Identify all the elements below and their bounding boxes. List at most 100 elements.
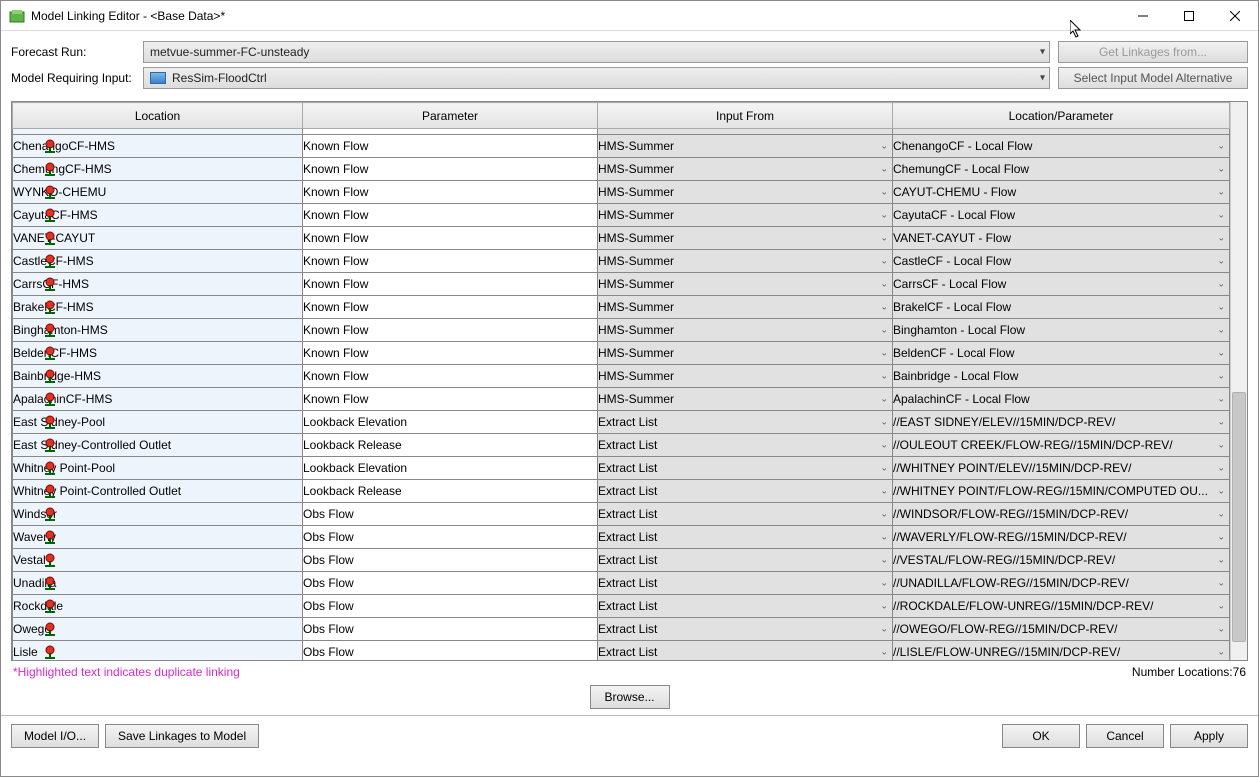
location-pin-icon <box>43 438 57 452</box>
location-pin-icon <box>43 185 57 199</box>
vertical-scrollbar[interactable] <box>1230 102 1247 660</box>
table-row[interactable]: BrakelCF-HMSKnown FlowHMS-Summer⌄BrakelC… <box>13 296 1230 319</box>
location-parameter-select[interactable]: //OWEGO/FLOW-REG//15MIN/DCP-REV/⌄ <box>893 618 1230 641</box>
input-from-select[interactable]: HMS-Summer⌄ <box>598 365 893 388</box>
location-parameter-select[interactable]: //WAVERLY/FLOW-REG//15MIN/DCP-REV/⌄ <box>893 526 1230 549</box>
model-io-button[interactable]: Model I/O... <box>11 724 99 748</box>
input-from-select[interactable]: Extract List⌄ <box>598 480 893 503</box>
input-from-select[interactable]: Extract List⌄ <box>598 618 893 641</box>
forecast-run-select[interactable]: metvue-summer-FC-unsteady ▾ <box>143 41 1050 63</box>
table-row[interactable]: CastleCF-HMSKnown FlowHMS-Summer⌄CastleC… <box>13 250 1230 273</box>
location-parameter-select[interactable]: CarrsCF - Local Flow⌄ <box>893 273 1230 296</box>
table-row[interactable]: VestalObs FlowExtract List⌄//VESTAL/FLOW… <box>13 549 1230 572</box>
location-pin-icon <box>43 369 57 383</box>
input-from-select[interactable]: HMS-Summer⌄ <box>598 158 893 181</box>
input-from-select[interactable]: Extract List⌄ <box>598 641 893 661</box>
location-parameter-select[interactable]: //WHITNEY POINT/ELEV//15MIN/DCP-REV/⌄ <box>893 457 1230 480</box>
table-row[interactable]: UnadillaObs FlowExtract List⌄//UNADILLA/… <box>13 572 1230 595</box>
input-from-select[interactable]: HMS-Summer⌄ <box>598 296 893 319</box>
location-parameter-select[interactable]: //EAST SIDNEY/ELEV//15MIN/DCP-REV/⌄ <box>893 411 1230 434</box>
location-parameter-select[interactable]: Binghamton - Local Flow⌄ <box>893 319 1230 342</box>
location-parameter-select[interactable]: //WHITNEY POINT/FLOW-REG//15MIN/COMPUTED… <box>893 480 1230 503</box>
close-button[interactable] <box>1212 1 1258 31</box>
col-input-from[interactable]: Input From <box>598 103 893 129</box>
location-parameter-select[interactable]: Bainbridge - Local Flow⌄ <box>893 365 1230 388</box>
table-row[interactable]: Whitney Point-PoolLookback ElevationExtr… <box>13 457 1230 480</box>
location-parameter-select[interactable]: //LISLE/FLOW-UNREG//15MIN/DCP-REV/⌄ <box>893 641 1230 661</box>
location-cell: Waverly <box>13 526 303 549</box>
input-from-select[interactable]: HMS-Summer⌄ <box>598 250 893 273</box>
location-parameter-select[interactable]: //VESTAL/FLOW-REG//15MIN/DCP-REV/⌄ <box>893 549 1230 572</box>
input-from-select[interactable]: HMS-Summer⌄ <box>598 319 893 342</box>
input-from-select[interactable]: HMS-Summer⌄ <box>598 204 893 227</box>
browse-button[interactable]: Browse... <box>590 685 670 709</box>
input-from-select[interactable]: Extract List⌄ <box>598 526 893 549</box>
input-from-select[interactable]: Extract List⌄ <box>598 572 893 595</box>
location-parameter-select[interactable]: //OULEOUT CREEK/FLOW-REG//15MIN/DCP-REV/… <box>893 434 1230 457</box>
maximize-button[interactable] <box>1166 1 1212 31</box>
col-parameter[interactable]: Parameter <box>303 103 598 129</box>
table-row[interactable]: ChenangoCF-HMSKnown FlowHMS-Summer⌄Chena… <box>13 135 1230 158</box>
table-row[interactable]: ApalachinCF-HMSKnown FlowHMS-Summer⌄Apal… <box>13 388 1230 411</box>
table-row[interactable]: WaverlyObs FlowExtract List⌄//WAVERLY/FL… <box>13 526 1230 549</box>
location-parameter-select[interactable]: ApalachinCF - Local Flow⌄ <box>893 388 1230 411</box>
location-parameter-select[interactable]: //ROCKDALE/FLOW-UNREG//15MIN/DCP-REV/⌄ <box>893 595 1230 618</box>
scroll-thumb[interactable] <box>1232 392 1246 642</box>
table-row[interactable]: East Sidney-Controlled OutletLookback Re… <box>13 434 1230 457</box>
input-from-select[interactable]: Extract List⌄ <box>598 434 893 457</box>
table-row[interactable]: ChemungCF-HMSKnown FlowHMS-Summer⌄Chemun… <box>13 158 1230 181</box>
chevron-down-icon: ⌄ <box>1217 302 1225 313</box>
input-from-select[interactable]: HMS-Summer⌄ <box>598 227 893 250</box>
minimize-button[interactable] <box>1120 1 1166 31</box>
location-parameter-select[interactable]: BeldenCF - Local Flow⌄ <box>893 342 1230 365</box>
table-row[interactable]: Bainbridge-HMSKnown FlowHMS-Summer⌄Bainb… <box>13 365 1230 388</box>
table-row[interactable]: CayutaCF-HMSKnown FlowHMS-Summer⌄CayutaC… <box>13 204 1230 227</box>
chevron-down-icon: ⌄ <box>1217 233 1225 244</box>
parameter-cell: Known Flow <box>303 135 598 158</box>
location-parameter-select[interactable]: CayutaCF - Local Flow⌄ <box>893 204 1230 227</box>
location-parameter-select[interactable]: CastleCF - Local Flow⌄ <box>893 250 1230 273</box>
apply-button[interactable]: Apply <box>1170 724 1248 748</box>
table-row[interactable]: WindsorObs FlowExtract List⌄//WINDSOR/FL… <box>13 503 1230 526</box>
table-row[interactable]: Whitney Point-Controlled OutletLookback … <box>13 480 1230 503</box>
ok-button[interactable]: OK <box>1002 724 1080 748</box>
get-linkages-button[interactable]: Get Linkages from... <box>1058 41 1248 63</box>
location-parameter-select[interactable]: ChemungCF - Local Flow⌄ <box>893 158 1230 181</box>
location-parameter-select[interactable]: BrakelCF - Local Flow⌄ <box>893 296 1230 319</box>
input-from-select[interactable]: Extract List⌄ <box>598 457 893 480</box>
table-row[interactable]: WYNKO-CHEMUKnown FlowHMS-Summer⌄CAYUT-CH… <box>13 181 1230 204</box>
table-row[interactable]: VANET-CAYUTKnown FlowHMS-Summer⌄VANET-CA… <box>13 227 1230 250</box>
table-row[interactable]: East Sidney-PoolLookback ElevationExtrac… <box>13 411 1230 434</box>
input-from-select[interactable]: HMS-Summer⌄ <box>598 135 893 158</box>
input-from-select[interactable]: HMS-Summer⌄ <box>598 388 893 411</box>
location-parameter-select[interactable]: //WINDSOR/FLOW-REG//15MIN/DCP-REV/⌄ <box>893 503 1230 526</box>
cancel-button[interactable]: Cancel <box>1086 724 1164 748</box>
location-text: East Sidney-Controlled Outlet <box>13 438 171 452</box>
parameter-cell: Obs Flow <box>303 595 598 618</box>
location-parameter-select[interactable]: ChenangoCF - Local Flow⌄ <box>893 135 1230 158</box>
input-from-select[interactable]: Extract List⌄ <box>598 411 893 434</box>
location-parameter-select[interactable]: CAYUT-CHEMU - Flow⌄ <box>893 181 1230 204</box>
table-row[interactable]: Binghamton-HMSKnown FlowHMS-Summer⌄Bingh… <box>13 319 1230 342</box>
location-cell: Owego <box>13 618 303 641</box>
table-row[interactable]: CarrsCF-HMSKnown FlowHMS-Summer⌄CarrsCF … <box>13 273 1230 296</box>
input-from-select[interactable]: Extract List⌄ <box>598 595 893 618</box>
input-from-select[interactable]: HMS-Summer⌄ <box>598 181 893 204</box>
table-row[interactable]: RockdaleObs FlowExtract List⌄//ROCKDALE/… <box>13 595 1230 618</box>
chevron-down-icon: ⌄ <box>1217 417 1225 428</box>
select-alternative-button[interactable]: Select Input Model Alternative <box>1058 67 1248 89</box>
model-requiring-select[interactable]: ResSim-FloodCtrl ▾ <box>143 67 1050 89</box>
col-location-parameter[interactable]: Location/Parameter <box>893 103 1230 129</box>
location-parameter-select[interactable]: //UNADILLA/FLOW-REG//15MIN/DCP-REV/⌄ <box>893 572 1230 595</box>
input-from-select[interactable]: Extract List⌄ <box>598 549 893 572</box>
table-row[interactable]: LisleObs FlowExtract List⌄//LISLE/FLOW-U… <box>13 641 1230 661</box>
input-from-select[interactable]: HMS-Summer⌄ <box>598 342 893 365</box>
input-from-select[interactable]: HMS-Summer⌄ <box>598 273 893 296</box>
table-row[interactable]: BeldenCF-HMSKnown FlowHMS-Summer⌄BeldenC… <box>13 342 1230 365</box>
location-parameter-select[interactable]: VANET-CAYUT - Flow⌄ <box>893 227 1230 250</box>
input-from-select[interactable]: Extract List⌄ <box>598 503 893 526</box>
col-location[interactable]: Location <box>13 103 303 129</box>
table-row[interactable]: OwegoObs FlowExtract List⌄//OWEGO/FLOW-R… <box>13 618 1230 641</box>
model-icon <box>150 72 166 84</box>
save-linkages-button[interactable]: Save Linkages to Model <box>105 724 259 748</box>
